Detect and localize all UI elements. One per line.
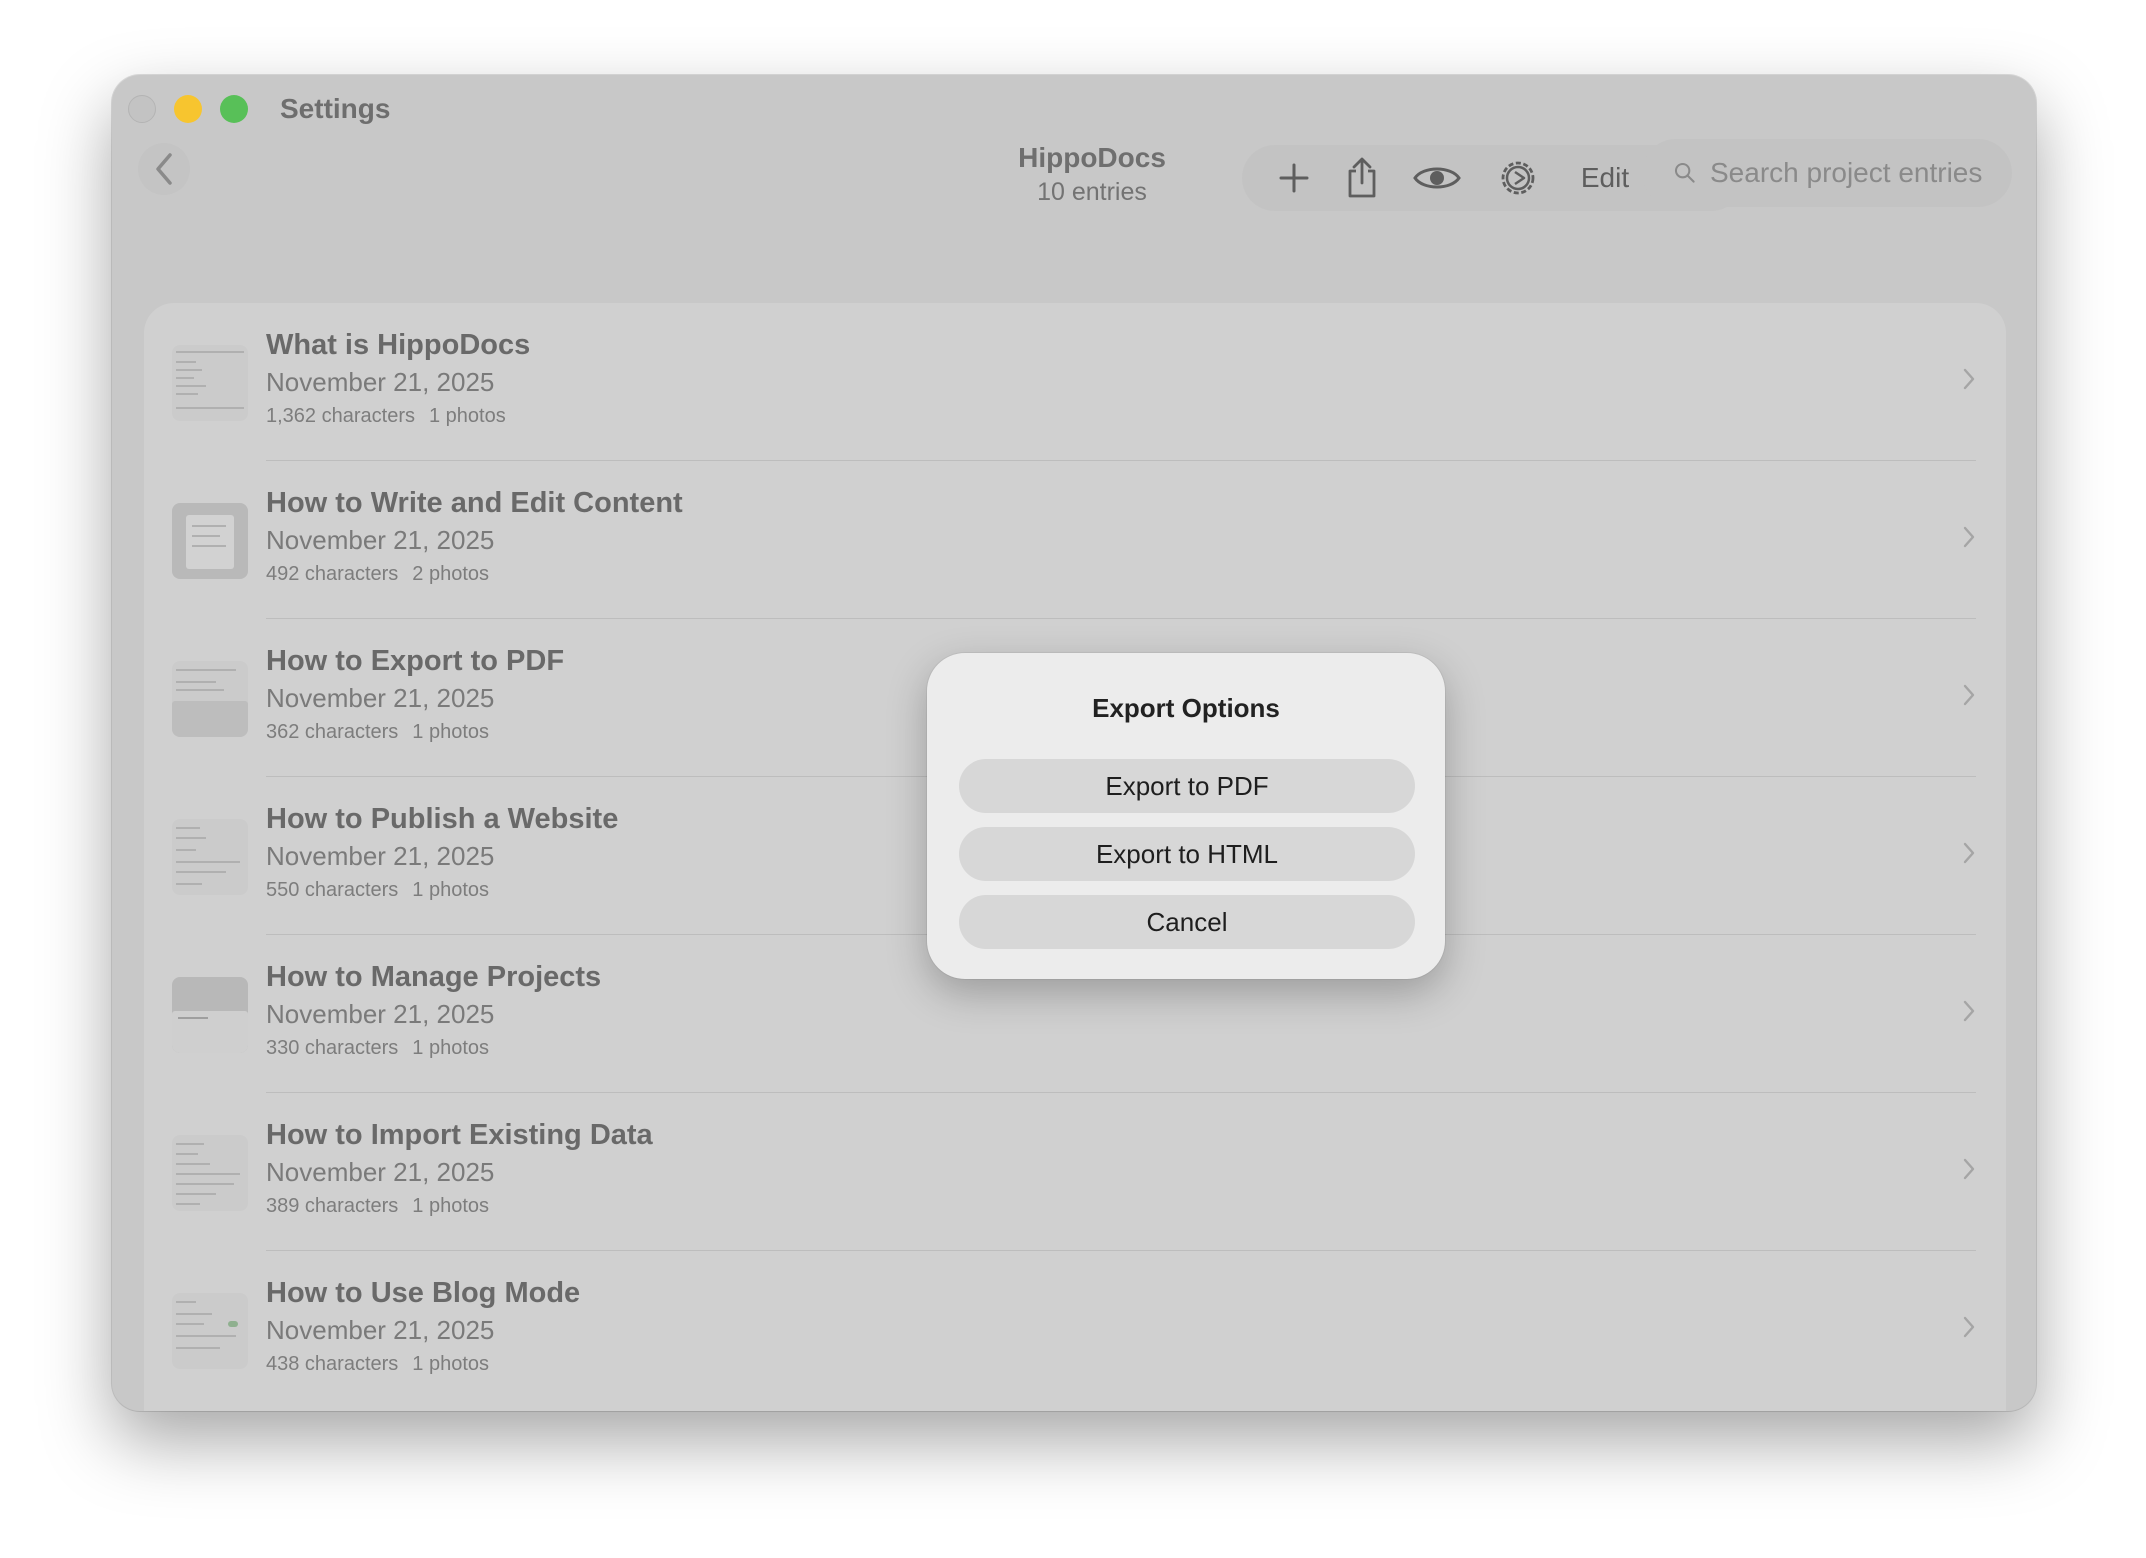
edit-button[interactable]: Edit: [1564, 145, 1646, 211]
entry-photos: 1 photos: [428, 405, 506, 427]
entry-characters: 492 characters: [266, 563, 399, 585]
entry-title: How to Write and Edit Content: [266, 487, 683, 519]
entry-thumbnail: [172, 503, 248, 579]
app-window: Settings HippoDocs 10 entries Edit Searc…: [112, 75, 2036, 1411]
entry-meta: 389 characters 1 photos: [266, 1195, 489, 1218]
window-title: Settings: [280, 93, 391, 124]
search-field[interactable]: [1642, 139, 2012, 207]
close-window-button[interactable]: [128, 95, 156, 123]
preview-button[interactable]: [1402, 145, 1472, 211]
entry-title: How to Import Existing Data: [266, 1119, 653, 1151]
list-item[interactable]: How to Write and Edit Content November 2…: [144, 461, 2006, 619]
chevron-right-icon: [1963, 526, 1975, 548]
chevron-right-icon: [1963, 842, 1975, 864]
export-html-button[interactable]: Export to HTML: [959, 827, 1415, 881]
entry-title: What is HippoDocs: [266, 329, 531, 361]
export-pdf-button[interactable]: Export to PDF: [959, 759, 1415, 813]
entry-title: How to Use Blog Mode: [266, 1277, 581, 1309]
entry-photos: 1 photos: [412, 1353, 490, 1375]
list-item[interactable]: How to Use Blog Mode November 21, 2025 4…: [144, 1251, 2006, 1409]
entry-date: November 21, 2025: [266, 841, 495, 871]
entry-characters: 438 characters: [266, 1353, 399, 1375]
chevron-right-icon: [1963, 1316, 1975, 1338]
chevron-right-icon: [1963, 684, 1975, 706]
list-item[interactable]: How to Import Existing Data November 21,…: [144, 1093, 2006, 1251]
entry-characters: 389 characters: [266, 1195, 399, 1217]
zoom-window-button[interactable]: [220, 95, 248, 123]
entry-photos: 1 photos: [412, 1195, 490, 1217]
eye-icon: [1413, 167, 1461, 189]
back-button[interactable]: [138, 143, 190, 195]
chevron-left-icon: [156, 153, 172, 185]
title-bar: Settings: [112, 75, 2036, 145]
entry-date: November 21, 2025: [266, 367, 495, 397]
entry-thumbnail: [172, 661, 248, 737]
chevron-right-icon: [1963, 368, 1975, 390]
entry-photos: 2 photos: [412, 563, 490, 585]
minimize-window-button[interactable]: [174, 95, 202, 123]
entry-characters: 330 characters: [266, 1037, 399, 1059]
entry-title: How to Publish a Website: [266, 803, 619, 835]
entry-title: How to Manage Projects: [266, 961, 602, 993]
cancel-button[interactable]: Cancel: [959, 895, 1415, 949]
dialog-title: Export Options: [1092, 693, 1280, 723]
list-item[interactable]: What is HippoDocs November 21, 2025 1,36…: [144, 303, 2006, 461]
entry-date: November 21, 2025: [266, 525, 495, 555]
entry-characters: 550 characters: [266, 879, 399, 901]
entry-meta: 438 characters 1 photos: [266, 1353, 489, 1376]
entry-thumbnail: [172, 819, 248, 895]
entry-photos: 1 photos: [412, 721, 490, 743]
share-button[interactable]: [1330, 145, 1394, 211]
entry-meta: 330 characters 1 photos: [266, 1037, 489, 1060]
entry-meta: 492 characters 2 photos: [266, 563, 489, 586]
search-input[interactable]: [1708, 156, 2012, 190]
plus-icon: [1279, 163, 1309, 193]
settings-button[interactable]: [1486, 145, 1550, 211]
export-options-dialog: Export Options Export to PDF Export to H…: [927, 653, 1445, 979]
entry-title: How to Export to PDF: [266, 645, 565, 677]
search-icon: [1674, 162, 1695, 183]
entry-date: November 21, 2025: [266, 683, 495, 713]
add-entry-button[interactable]: [1264, 145, 1324, 211]
entry-meta: 550 characters 1 photos: [266, 879, 489, 902]
chevron-right-icon: [1963, 1000, 1975, 1022]
entry-thumbnail: [172, 977, 248, 1053]
share-icon: [1348, 157, 1376, 198]
entry-meta: 1,362 characters 1 photos: [266, 405, 506, 428]
entry-date: November 21, 2025: [266, 1157, 495, 1187]
entry-photos: 1 photos: [412, 1037, 490, 1059]
entry-date: November 21, 2025: [266, 999, 495, 1029]
entry-thumbnail: [172, 1135, 248, 1211]
entry-photos: 1 photos: [412, 879, 490, 901]
entry-thumbnail: [172, 1293, 248, 1369]
entry-date: November 21, 2025: [266, 1315, 495, 1345]
entry-thumbnail: [172, 345, 248, 421]
gear-icon: [1501, 161, 1535, 195]
chevron-right-icon: [1963, 1158, 1975, 1180]
entry-characters: 362 characters: [266, 721, 399, 743]
entry-characters: 1,362 characters: [266, 405, 415, 427]
entry-meta: 362 characters 1 photos: [266, 721, 489, 744]
